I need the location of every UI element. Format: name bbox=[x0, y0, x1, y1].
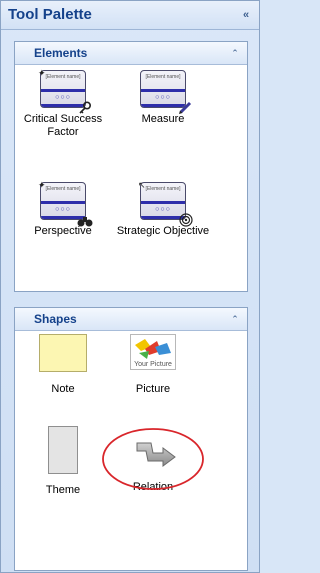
star-icon: ✦ bbox=[38, 68, 46, 78]
note-icon bbox=[39, 334, 87, 372]
target-icon bbox=[179, 213, 193, 227]
tool-theme[interactable]: Theme bbox=[13, 426, 113, 497]
tool-critical-success-factor[interactable]: [Element name] ○○○ ✦ Critical Success Fa… bbox=[13, 68, 113, 139]
pencil-icon bbox=[179, 101, 192, 114]
elements-group-body: [Element name] ○○○ ✦ Critical Success Fa… bbox=[15, 65, 247, 291]
shapes-group-body: Note Your Picture Picture Theme Relation bbox=[15, 331, 247, 570]
tool-strategic-objective[interactable]: [Element name] ○○○ ↖ Strategic Objective bbox=[113, 180, 213, 238]
tool-palette: Tool Palette « Elements ⌃ [Element name]… bbox=[0, 0, 260, 573]
arrow-icon: ↖ bbox=[138, 180, 146, 190]
tool-label: Note bbox=[51, 383, 75, 395]
collapse-palette-icon[interactable]: « bbox=[239, 8, 253, 22]
tool-label: Strategic Objective bbox=[116, 225, 210, 237]
picture-caption: Your Picture bbox=[134, 361, 172, 368]
shapes-group-title: Shapes bbox=[34, 312, 77, 326]
tool-label: Perspective bbox=[34, 225, 92, 237]
shapes-group: Shapes ⌃ Note Your Picture Picture Theme… bbox=[14, 307, 248, 571]
tool-label: Theme bbox=[45, 484, 81, 496]
tool-label: Critical Success Factor bbox=[23, 113, 103, 138]
shapes-group-header[interactable]: Shapes ⌃ bbox=[15, 308, 247, 331]
element-card-icon: [Element name] ○○○ ✦ bbox=[38, 180, 93, 227]
elements-group: Elements ⌃ [Element name] ○○○ ✦ Critical… bbox=[14, 41, 248, 292]
element-card-icon: [Element name] ○○○ bbox=[140, 70, 192, 114]
collapse-shapes-icon[interactable]: ⌃ bbox=[229, 313, 241, 325]
collapse-elements-icon[interactable]: ⌃ bbox=[229, 47, 241, 59]
palette-title: Tool Palette bbox=[8, 6, 92, 23]
theme-icon bbox=[48, 426, 78, 474]
tool-perspective[interactable]: [Element name] ○○○ ✦ Perspective bbox=[13, 180, 113, 238]
tool-measure[interactable]: [Element name] ○○○ Measure bbox=[113, 70, 213, 126]
tool-picture[interactable]: Your Picture Picture bbox=[103, 334, 203, 396]
picture-icon: Your Picture bbox=[130, 334, 176, 370]
title-bar: Tool Palette « bbox=[1, 1, 259, 30]
element-card-icon: [Element name] ○○○ ✦ bbox=[38, 68, 92, 114]
elements-group-header[interactable]: Elements ⌃ bbox=[15, 42, 247, 65]
tool-note[interactable]: Note bbox=[13, 334, 113, 396]
element-card-icon: [Element name] ○○○ ↖ bbox=[138, 180, 193, 227]
star-icon: ✦ bbox=[38, 180, 46, 190]
elements-group-title: Elements bbox=[34, 46, 88, 60]
key-icon bbox=[79, 101, 92, 114]
tool-label: Measure bbox=[141, 113, 185, 125]
binoculars-icon bbox=[77, 217, 93, 227]
tool-label: Picture bbox=[135, 383, 171, 395]
highlight-ellipse bbox=[102, 428, 204, 490]
